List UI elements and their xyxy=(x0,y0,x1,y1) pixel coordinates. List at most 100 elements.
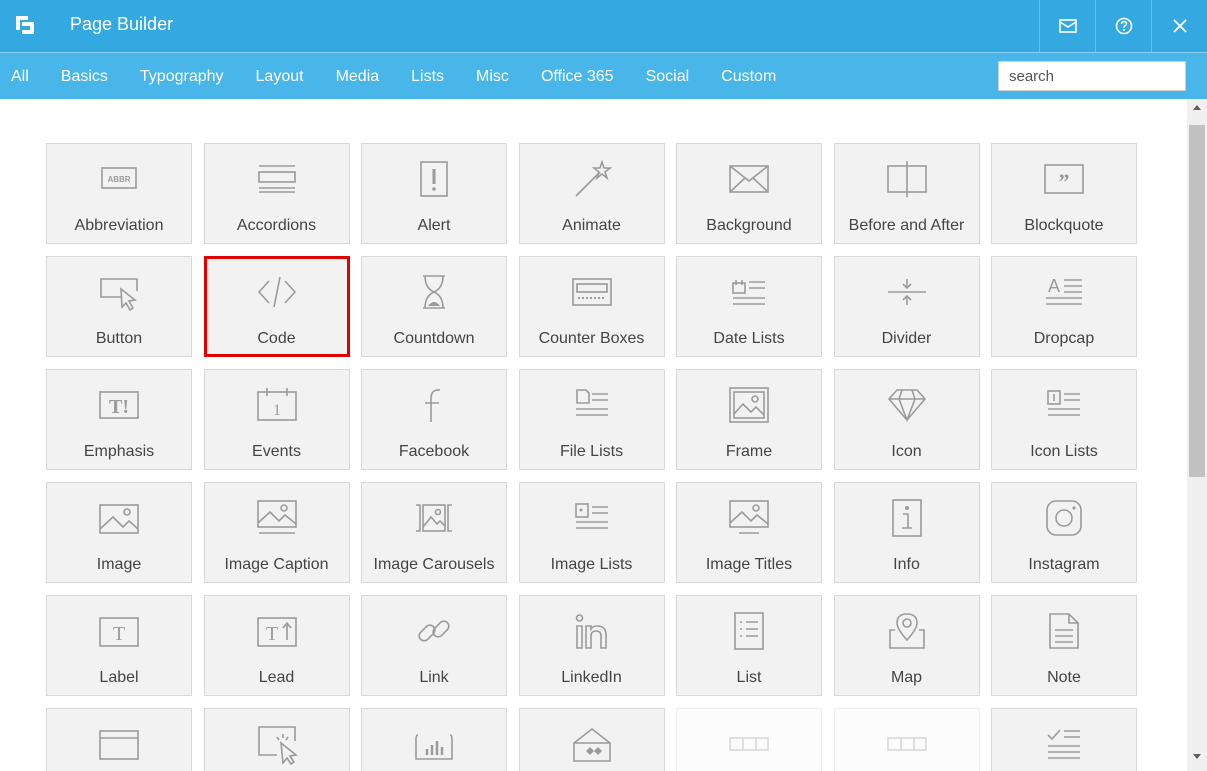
widget-label: Counter Boxes xyxy=(538,330,645,347)
widget-label: Blockquote xyxy=(1024,217,1104,234)
category-tabs: All Basics Typography Layout Media Lists… xyxy=(0,53,797,100)
widget-card-countdown[interactable]: Countdown xyxy=(361,256,507,357)
widget-card-image[interactable]: Image xyxy=(46,482,192,583)
widget-icon-wrap xyxy=(992,725,1136,763)
widget-icon-wrap xyxy=(835,273,979,311)
widget-icon-wrap xyxy=(520,273,664,311)
widget-card-list[interactable]: List xyxy=(676,595,822,696)
widget-label: Alert xyxy=(417,217,451,234)
scroll-down-arrow[interactable] xyxy=(1187,753,1207,767)
widget-card-linkedin[interactable]: LinkedIn xyxy=(518,595,665,696)
widget-card-image-carousels[interactable]: Image Carousels xyxy=(361,482,507,583)
widget-label: Animate xyxy=(562,217,621,234)
widget-card-unlabeled[interactable] xyxy=(518,708,665,771)
widget-card-accordions[interactable]: Accordions xyxy=(203,143,350,244)
date-list-icon xyxy=(732,280,765,305)
chart-icon xyxy=(415,734,453,760)
widget-card-image-caption[interactable]: Image Caption xyxy=(203,482,350,583)
widget-card-dropcap[interactable]: A Dropcap xyxy=(991,256,1137,357)
scrollbar-thumb[interactable] xyxy=(1189,125,1205,477)
widget-label: Dropcap xyxy=(1033,330,1095,347)
widget-icon-wrap xyxy=(835,499,979,537)
counter-box-icon xyxy=(571,278,612,306)
icon-list-icon xyxy=(1047,390,1080,416)
scroll-up-arrow[interactable] xyxy=(1187,103,1207,117)
widget-card-icon[interactable]: Icon xyxy=(833,369,980,470)
widget-icon-wrap xyxy=(520,499,664,537)
widget-card-icon-lists[interactable]: Icon Lists xyxy=(991,369,1137,470)
widget-card-info[interactable]: Info xyxy=(833,482,980,583)
divider-icon xyxy=(887,279,926,305)
tab-layout[interactable]: Layout xyxy=(256,68,304,86)
widget-label: Background xyxy=(706,217,792,234)
help-button[interactable] xyxy=(1095,0,1152,52)
widget-card-unlabeled[interactable] xyxy=(46,708,192,771)
widget-card-abbreviation[interactable]: ABBR Abbreviation xyxy=(46,143,192,244)
widget-card-date-lists[interactable]: Date Lists xyxy=(676,256,822,357)
image-icon xyxy=(99,504,139,534)
tab-office-365[interactable]: Office 365 xyxy=(541,68,614,86)
widget-card-unlabeled[interactable] xyxy=(991,708,1137,771)
accordions-icon xyxy=(257,165,296,193)
tab-misc[interactable]: Misc xyxy=(476,68,509,86)
widget-card-alert[interactable]: Alert xyxy=(361,143,507,244)
widget-icon-wrap: T! xyxy=(47,386,191,424)
widget-card-lead[interactable]: T Lead xyxy=(203,595,350,696)
widget-label: Countdown xyxy=(393,330,475,347)
widget-label: Image Carousels xyxy=(373,556,495,573)
widget-card-link[interactable]: Link xyxy=(361,595,507,696)
widget-label: LinkedIn xyxy=(561,669,622,686)
mail-button[interactable] xyxy=(1039,0,1096,52)
widget-card-animate[interactable]: Animate xyxy=(518,143,665,244)
widget-card-note[interactable]: Note xyxy=(991,595,1137,696)
widget-card-emphasis[interactable]: T! Emphasis xyxy=(46,369,192,470)
widget-card-divider[interactable]: Divider xyxy=(833,256,980,357)
widget-icon-wrap xyxy=(835,725,979,763)
tab-basics[interactable]: Basics xyxy=(61,68,108,86)
tab-lists[interactable]: Lists xyxy=(411,68,444,86)
widget-card-events[interactable]: 1 Events xyxy=(203,369,350,470)
widget-card-blockquote[interactable]: ” Blockquote xyxy=(991,143,1137,244)
tab-custom[interactable]: Custom xyxy=(721,68,776,86)
widget-card-unlabeled[interactable] xyxy=(833,708,980,771)
widget-card-background[interactable]: Background xyxy=(676,143,822,244)
widget-card-unlabeled[interactable] xyxy=(203,708,350,771)
widget-card-code[interactable]: Code xyxy=(203,256,350,357)
image-title-icon xyxy=(729,500,769,534)
widget-label: Accordions xyxy=(236,217,317,234)
svg-text:ABBR: ABBR xyxy=(107,175,130,184)
alert-icon xyxy=(420,161,448,197)
search-input[interactable] xyxy=(998,61,1186,91)
category-nav: All Basics Typography Layout Media Lists… xyxy=(0,52,1207,100)
widget-label: Lead xyxy=(258,669,295,686)
widget-card-image-titles[interactable]: Image Titles xyxy=(676,482,822,583)
widget-icon-wrap xyxy=(362,273,506,311)
tab-typography[interactable]: Typography xyxy=(140,68,224,86)
caret-up-icon xyxy=(1193,105,1201,110)
vertical-scrollbar[interactable] xyxy=(1187,99,1207,771)
widget-card-counter-boxes[interactable]: Counter Boxes xyxy=(518,256,665,357)
tab-media[interactable]: Media xyxy=(336,68,380,86)
image-caption-icon xyxy=(256,500,297,534)
widget-card-unlabeled[interactable] xyxy=(676,708,822,771)
popup-cursor-icon xyxy=(257,726,298,766)
widget-card-instagram[interactable]: Instagram xyxy=(991,482,1137,583)
widget-card-facebook[interactable]: Facebook xyxy=(361,369,507,470)
widget-card-frame[interactable]: Frame xyxy=(676,369,822,470)
widget-card-map[interactable]: Map xyxy=(833,595,980,696)
hourglass-icon xyxy=(423,275,445,309)
frame-icon xyxy=(729,387,769,423)
widget-card-label[interactable]: T Label xyxy=(46,595,192,696)
label-icon: T xyxy=(99,617,139,647)
tab-all[interactable]: All xyxy=(11,68,29,86)
widget-card-before-and-after[interactable]: Before and After xyxy=(833,143,980,244)
dropcap-icon: A xyxy=(1046,276,1082,305)
widget-card-unlabeled[interactable] xyxy=(361,708,507,771)
widget-icon-wrap xyxy=(207,273,347,311)
widget-card-button[interactable]: Button xyxy=(46,256,192,357)
widget-label: Emphasis xyxy=(83,443,155,460)
widget-card-image-lists[interactable]: Image Lists xyxy=(518,482,665,583)
close-button[interactable] xyxy=(1151,0,1207,52)
tab-social[interactable]: Social xyxy=(646,68,690,86)
widget-card-file-lists[interactable]: File Lists xyxy=(518,369,665,470)
